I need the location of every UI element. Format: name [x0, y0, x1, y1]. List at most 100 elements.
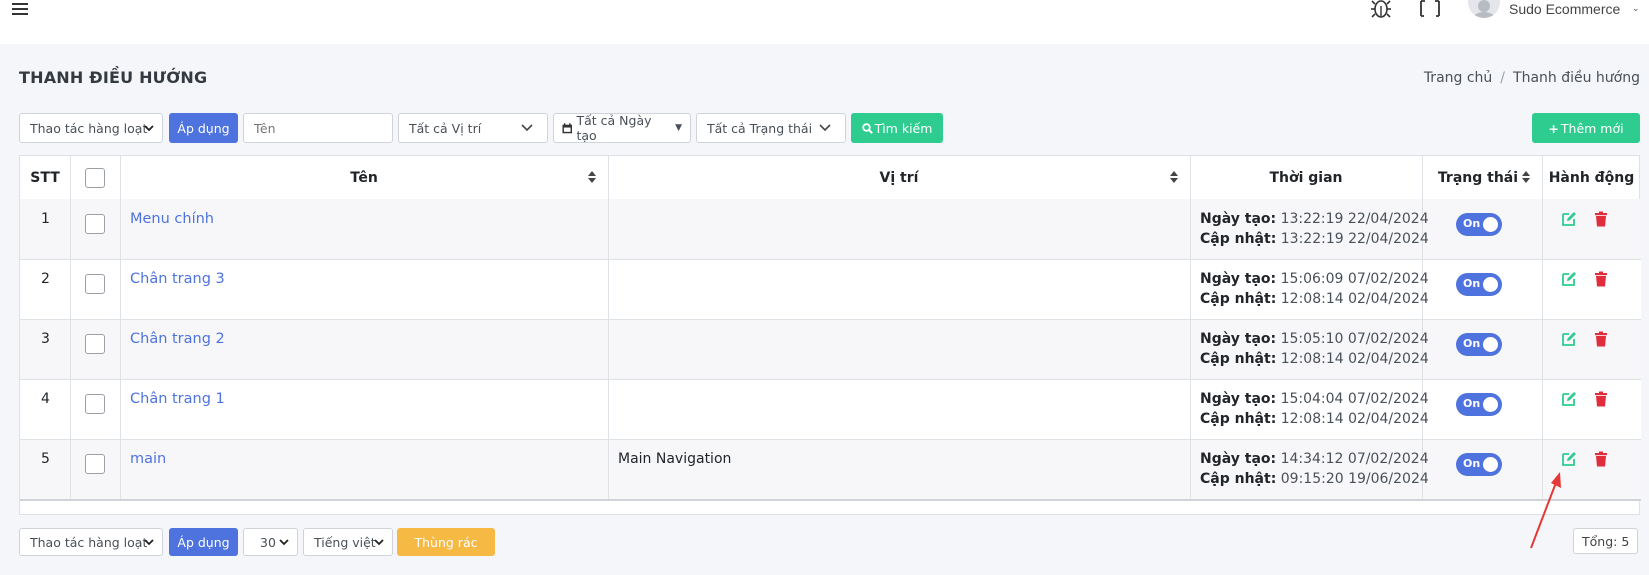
- date-filter-dropdown[interactable]: Tất cả Ngày tạo ▼: [553, 113, 691, 143]
- status-toggle-label: On: [1463, 457, 1481, 470]
- updated-label: Cập nhật:: [1200, 351, 1277, 367]
- bulk-action-value: Thao tác hàng loạt: [30, 120, 148, 136]
- trash-icon[interactable]: [1593, 331, 1609, 347]
- add-new-label: Thêm mới: [1560, 120, 1624, 136]
- status-toggle[interactable]: On: [1456, 333, 1502, 356]
- chevron-down-icon: [279, 539, 289, 546]
- updated-label: Cập nhật:: [1200, 411, 1277, 427]
- updated-value: 13:22:19 22/04/2024: [1280, 231, 1429, 247]
- row-checkbox[interactable]: [85, 274, 105, 294]
- row-checkbox[interactable]: [85, 214, 105, 234]
- page-title: THANH ĐIỀU HƯỚNG: [19, 68, 208, 87]
- breadcrumb: Trang chủ / Thanh điều hướng: [1424, 70, 1640, 86]
- apply-button-bottom[interactable]: Áp dụng: [169, 528, 238, 556]
- sort-icon[interactable]: [1522, 171, 1530, 183]
- status-toggle[interactable]: On: [1456, 273, 1502, 296]
- trash-icon[interactable]: [1593, 391, 1609, 407]
- created-value: 15:06:09 07/02/2024: [1280, 271, 1429, 287]
- bulk-action-select[interactable]: Thao tác hàng loạt: [19, 113, 163, 143]
- fullscreen-icon[interactable]: [1420, 0, 1440, 20]
- apply-button[interactable]: Áp dụng: [169, 113, 238, 143]
- chevron-down-icon[interactable]: ⌄: [1632, 4, 1640, 14]
- search-button[interactable]: Tìm kiếm: [851, 113, 943, 143]
- updated-label: Cập nhật:: [1200, 471, 1277, 487]
- search-icon: [861, 122, 873, 134]
- row-stt: 4: [41, 391, 50, 407]
- row-name-link[interactable]: Chân trang 2: [130, 331, 225, 347]
- per-page-select[interactable]: 30: [243, 528, 298, 556]
- menu-icon[interactable]: [12, 0, 28, 18]
- annotation-arrow-icon: [1530, 472, 1561, 549]
- name-search-input[interactable]: [243, 113, 393, 143]
- bug-icon[interactable]: [1370, 0, 1392, 20]
- row-time: Ngày tạo: 13:22:19 22/04/2024 Cập nhật: …: [1200, 209, 1429, 249]
- row-name-link[interactable]: Menu chính: [130, 211, 214, 227]
- status-toggle-label: On: [1463, 337, 1481, 350]
- row-stt: 3: [41, 331, 50, 347]
- row-checkbox[interactable]: [85, 394, 105, 414]
- add-new-button[interactable]: + Thêm mới: [1532, 113, 1640, 143]
- column-header-position[interactable]: Vị trí: [608, 156, 1190, 199]
- sort-icon[interactable]: [1170, 171, 1178, 183]
- row-stt: 5: [41, 451, 50, 467]
- status-toggle[interactable]: On: [1456, 453, 1502, 476]
- created-value: 13:22:19 22/04/2024: [1280, 211, 1429, 227]
- edit-icon[interactable]: [1561, 391, 1577, 407]
- row-name-link[interactable]: Chân trang 1: [130, 391, 225, 407]
- row-checkbox[interactable]: [85, 454, 105, 474]
- trash-icon[interactable]: [1593, 271, 1609, 287]
- status-toggle-label: On: [1463, 217, 1481, 230]
- chevron-down-icon: [819, 124, 831, 132]
- row-time: Ngày tạo: 15:06:09 07/02/2024 Cập nhật: …: [1200, 269, 1429, 309]
- chevron-down-icon: [144, 125, 154, 132]
- chevron-down-icon: [374, 539, 384, 546]
- row-checkbox[interactable]: [85, 334, 105, 354]
- position-filter-select[interactable]: Tất cả Vị trí: [398, 113, 548, 143]
- edit-icon[interactable]: [1561, 451, 1577, 467]
- chevron-down-icon: [144, 539, 154, 546]
- avatar[interactable]: [1468, 0, 1500, 18]
- language-value: Tiếng việt: [314, 534, 376, 550]
- bulk-action-select-bottom[interactable]: Thao tác hàng loạt: [19, 528, 163, 556]
- select-all-checkbox[interactable]: [85, 168, 105, 188]
- trash-button[interactable]: Thùng rác: [397, 528, 495, 556]
- per-page-value: 30: [260, 534, 276, 550]
- column-header-action: Hành động: [1548, 169, 1635, 186]
- updated-value: 12:08:14 02/04/2024: [1280, 351, 1429, 367]
- navigation-table: STT Tên Vị trí Thời gian Trạng thái Hành…: [19, 155, 1641, 515]
- top-navbar: Sudo Ecommerce ⌄: [0, 0, 1649, 44]
- caret-down-icon: ▼: [675, 123, 682, 133]
- status-filter-select[interactable]: Tất cả Trạng thái: [696, 113, 846, 143]
- column-header-stt: STT: [30, 169, 60, 186]
- column-header-status[interactable]: Trạng thái: [1422, 156, 1534, 199]
- created-label: Ngày tạo:: [1200, 211, 1277, 227]
- status-toggle-label: On: [1463, 397, 1481, 410]
- chevron-down-icon: [521, 124, 533, 132]
- status-toggle-label: On: [1463, 277, 1481, 290]
- language-select[interactable]: Tiếng việt: [303, 528, 393, 556]
- row-time: Ngày tạo: 15:04:04 07/02/2024 Cập nhật: …: [1200, 389, 1429, 429]
- column-header-time: Thời gian: [1269, 169, 1343, 186]
- trash-icon[interactable]: [1593, 451, 1609, 467]
- row-name-link[interactable]: main: [130, 451, 166, 467]
- column-header-name[interactable]: Tên: [120, 156, 608, 199]
- search-button-label: Tìm kiếm: [874, 120, 933, 136]
- edit-icon[interactable]: [1561, 331, 1577, 347]
- user-name[interactable]: Sudo Ecommerce: [1509, 1, 1620, 17]
- edit-icon[interactable]: [1561, 271, 1577, 287]
- status-toggle[interactable]: On: [1456, 213, 1502, 236]
- sort-icon[interactable]: [588, 171, 596, 183]
- status-toggle[interactable]: On: [1456, 393, 1502, 416]
- position-filter-value: Tất cả Vị trí: [409, 120, 482, 136]
- edit-icon[interactable]: [1561, 211, 1577, 227]
- updated-value: 12:08:14 02/04/2024: [1280, 411, 1429, 427]
- created-value: 15:04:04 07/02/2024: [1280, 391, 1429, 407]
- created-value: 14:34:12 07/02/2024: [1280, 451, 1429, 467]
- created-label: Ngày tạo:: [1200, 451, 1277, 467]
- row-stt: 2: [41, 271, 50, 287]
- trash-icon[interactable]: [1593, 211, 1609, 227]
- row-name-link[interactable]: Chân trang 3: [130, 271, 225, 287]
- row-time: Ngày tạo: 15:05:10 07/02/2024 Cập nhật: …: [1200, 329, 1429, 369]
- breadcrumb-home[interactable]: Trang chủ: [1424, 70, 1492, 86]
- row-stt: 1: [41, 211, 50, 227]
